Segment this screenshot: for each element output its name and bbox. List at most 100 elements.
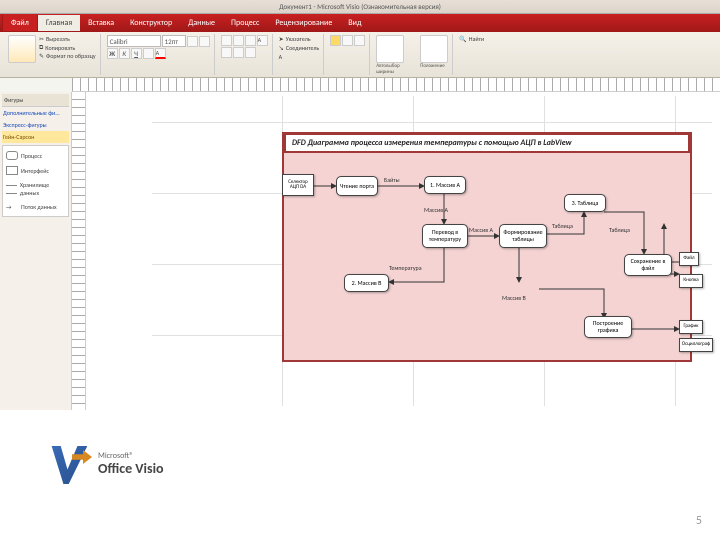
ribbon-font: Calibri 12пт Ж К Ч A <box>103 34 215 75</box>
grow-font-icon[interactable] <box>187 36 198 47</box>
indent-icon[interactable] <box>233 47 244 58</box>
find-button[interactable]: 🔍 Найти <box>459 35 484 43</box>
proc-temp[interactable]: Перевод в температуру <box>422 224 468 248</box>
text-tool[interactable]: A <box>279 53 320 61</box>
autofit-icon[interactable] <box>376 35 404 63</box>
drawing-canvas[interactable]: DFD Диаграмма процесса измерения темпера… <box>72 92 720 412</box>
tab-process[interactable]: Процесс <box>223 15 267 31</box>
pointer-label: Указатель <box>286 35 311 43</box>
flow-arrA2: Массив А <box>469 226 493 234</box>
autofit-label: Автовыбор ширины <box>376 63 416 75</box>
position-label: Положение <box>420 63 448 69</box>
underline-icon[interactable]: Ч <box>131 48 142 59</box>
tab-review[interactable]: Рецензирование <box>267 15 340 31</box>
tab-insert[interactable]: Вставка <box>80 15 122 31</box>
cut-button[interactable]: ✂ Вырезать <box>39 35 96 43</box>
tab-view[interactable]: Вид <box>340 15 369 31</box>
ruler-vertical <box>72 92 86 412</box>
page: DFD Диаграмма процесса измерения темпера… <box>152 96 712 406</box>
quick-shapes-link[interactable]: Экспресс-фигуры <box>2 119 69 131</box>
paste-icon[interactable] <box>8 35 36 63</box>
ribbon-arrange: Автовыбор ширины Положение <box>372 34 453 75</box>
shape-label: Поток данных <box>21 203 57 211</box>
connector-tool[interactable]: ↘ Соединитель <box>279 44 320 52</box>
italic-icon[interactable]: К <box>119 48 130 59</box>
logo-name: Office Visio <box>98 460 164 477</box>
proc-graph[interactable]: Построение графика <box>584 316 632 338</box>
position-icon[interactable] <box>420 35 448 63</box>
pointer-tool[interactable]: ➤ Указатель <box>279 35 320 43</box>
align-icon[interactable]: A <box>257 35 268 46</box>
ribbon: ✂ Вырезать ⧉ Копировать ✎ Формат по обра… <box>0 32 720 78</box>
shape-label: Интерфейс <box>21 167 49 175</box>
shape-dataflow[interactable]: →Поток данных <box>5 200 66 214</box>
ribbon-paragraph: A <box>217 34 273 75</box>
bold-icon[interactable]: Ж <box>107 48 118 59</box>
formatp-label: Формат по образцу <box>46 52 96 60</box>
category-gane-sarson[interactable]: Гейн-Сарсон <box>2 131 69 143</box>
align-right-icon[interactable] <box>245 35 256 46</box>
ribbon-editing: 🔍 Найти <box>455 34 488 75</box>
ext-adc[interactable]: Селектор АЦП DA <box>282 174 314 196</box>
ext-button[interactable]: Кнопка <box>679 274 703 288</box>
tab-home[interactable]: Главная <box>38 15 80 31</box>
dfd-diagram[interactable]: DFD Диаграмма процесса измерения темпера… <box>282 132 692 362</box>
cut-label: Вырезать <box>46 35 70 43</box>
shape-label: Хранилище данных <box>20 181 65 197</box>
ribbon-shapes <box>326 34 370 75</box>
copy-label: Копировать <box>45 44 75 52</box>
proc-read[interactable]: Чтение порта <box>336 176 378 196</box>
align-left-icon[interactable] <box>221 35 232 46</box>
shape-interface[interactable]: Интерфейс <box>5 163 66 178</box>
shape-datastore[interactable]: Хранилище данных <box>5 178 66 200</box>
flow-table: Таблица <box>552 222 573 230</box>
shapes-panel-title: Фигуры <box>2 94 69 107</box>
slide-footer: Microsoft® Office Visio 5 <box>0 410 720 540</box>
proc-formtable[interactable]: Формирование таблицы <box>499 224 547 248</box>
ruler-horizontal <box>72 78 720 92</box>
connector-label: Соединитель <box>286 44 319 52</box>
tab-data[interactable]: Данные <box>180 15 223 31</box>
ribbon-tools: ➤ Указатель ↘ Соединитель A <box>275 34 325 75</box>
shape-process[interactable]: Процесс <box>5 148 66 163</box>
tab-file[interactable]: Файл <box>2 15 38 31</box>
effects-icon[interactable] <box>354 35 365 46</box>
proc-arrB[interactable]: 2. Массив B <box>344 274 389 292</box>
ext-osc[interactable]: Осциллограф <box>679 338 713 352</box>
fill-icon[interactable] <box>330 35 341 46</box>
visio-logo-text: Microsoft® Office Visio <box>98 452 164 476</box>
bullets-icon[interactable] <box>221 47 232 58</box>
proc-arrA[interactable]: 1. Массив А <box>424 176 466 194</box>
fontsize-select[interactable]: 12пт <box>162 35 186 47</box>
line-icon[interactable] <box>342 35 353 46</box>
font-select[interactable]: Calibri <box>107 35 161 47</box>
visio-logo: Microsoft® Office Visio <box>40 440 164 488</box>
window-titlebar: Документ1 - Microsoft Visio (Ознакомител… <box>0 0 720 14</box>
outdent-icon[interactable] <box>245 47 256 58</box>
find-label: Найти <box>469 35 484 43</box>
tab-design[interactable]: Конструктор <box>122 15 180 31</box>
strike-icon[interactable] <box>143 48 154 59</box>
more-shapes-link[interactable]: Дополнительные фи... <box>2 107 69 119</box>
flow-bytes: Байты <box>384 176 400 184</box>
slide-number: 5 <box>696 514 702 528</box>
align-center-icon[interactable] <box>233 35 244 46</box>
copy-button[interactable]: ⧉ Копировать <box>39 43 96 52</box>
ext-graph[interactable]: График <box>679 320 703 334</box>
shapes-panel: Фигуры Дополнительные фи... Экспресс-фиг… <box>0 92 72 412</box>
flow-arrB: Массив B <box>502 294 526 302</box>
flow-table2: Таблица <box>609 226 630 234</box>
shape-label: Процесс <box>21 152 42 160</box>
ext-file[interactable]: Файл <box>679 252 699 266</box>
flow-temp: Температура <box>389 264 422 272</box>
ribbon-clipboard: ✂ Вырезать ⧉ Копировать ✎ Формат по обра… <box>4 34 101 75</box>
flow-arrA: Массив А <box>424 206 448 214</box>
ribbon-tabs: Файл Главная Вставка Конструктор Данные … <box>0 14 720 32</box>
proc-save[interactable]: Сохранение в файл <box>624 254 672 276</box>
dfd-title: DFD Диаграмма процесса измерения темпера… <box>284 133 690 153</box>
shrink-font-icon[interactable] <box>199 36 210 47</box>
format-painter-button[interactable]: ✎ Формат по образцу <box>39 52 96 60</box>
proc-table[interactable]: 3. Таблица <box>564 194 606 212</box>
visio-logo-icon <box>40 440 92 488</box>
fontcolor-icon[interactable]: A <box>155 48 166 59</box>
